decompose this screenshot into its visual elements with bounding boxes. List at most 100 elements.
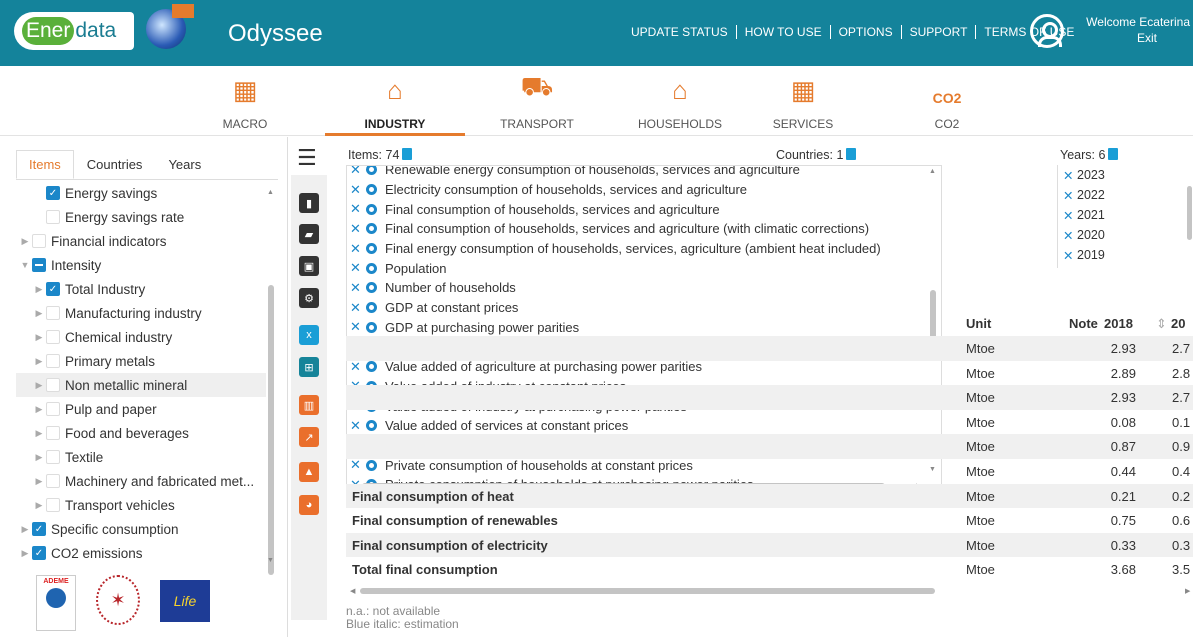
tree-item[interactable]: ▶ Pulp and paper <box>16 397 266 421</box>
remove-item-icon[interactable]: ✕ <box>350 260 366 276</box>
remove-item-icon[interactable]: ✕ <box>350 280 366 296</box>
remove-item-icon[interactable]: ✕ <box>350 300 366 316</box>
table-hscroll-thumb[interactable] <box>360 588 935 594</box>
eye-icon[interactable] <box>366 223 377 235</box>
remove-year-icon[interactable]: ✕ <box>1063 208 1077 223</box>
tree-item[interactable]: ▶ Manufacturing industry <box>16 301 266 325</box>
caret-right-icon[interactable]: ▶ <box>18 548 32 559</box>
tree-scrollbar[interactable]: ▲ ▼ <box>267 189 275 575</box>
enerdata-logo[interactable]: Ener data <box>14 12 134 50</box>
tree-checkbox[interactable]: ✓ <box>32 522 46 536</box>
line-chart-icon[interactable]: ↗ <box>299 427 319 447</box>
caret-right-icon[interactable]: ▶ <box>32 404 46 415</box>
tree-checkbox[interactable] <box>32 234 46 248</box>
sector-transport[interactable]: ⛟ TRANSPORT <box>497 66 577 136</box>
tree-item[interactable]: ▶ Financial indicators <box>16 229 266 253</box>
table-view-icon[interactable]: ⊞ <box>299 357 319 377</box>
remove-year-icon[interactable]: ✕ <box>1063 188 1077 203</box>
tree-checkbox[interactable]: ✓ <box>46 186 60 200</box>
tree-checkbox[interactable] <box>46 354 60 368</box>
tree-checkbox[interactable] <box>46 306 60 320</box>
tree-checkbox[interactable] <box>46 450 60 464</box>
sector-macro[interactable]: ▦ MACRO <box>220 66 270 136</box>
remove-item-icon[interactable]: ✕ <box>350 319 366 335</box>
user-icon[interactable] <box>1030 14 1064 48</box>
scroll-left-icon[interactable]: ◀ <box>350 587 355 595</box>
caret-right-icon[interactable]: ▶ <box>32 332 46 343</box>
tree-checkbox[interactable] <box>46 498 60 512</box>
tree-item[interactable]: ▶ Textile <box>16 445 266 469</box>
clear-items-icon[interactable] <box>402 148 413 160</box>
caret-right-icon[interactable]: ▶ <box>32 452 46 463</box>
save-icon[interactable]: ▣ <box>299 256 319 276</box>
exit-link[interactable]: Exit <box>1072 30 1190 46</box>
remove-item-icon[interactable]: ✕ <box>350 201 366 217</box>
nav-link-support[interactable]: SUPPORT <box>902 25 977 39</box>
sort-icon[interactable]: ⇕ <box>1156 316 1167 332</box>
eye-icon[interactable] <box>366 203 377 215</box>
sector-services[interactable]: ▦ SERVICES <box>768 66 838 136</box>
sector-industry[interactable]: ⌂ INDUSTRY <box>325 66 465 136</box>
tree-checkbox[interactable]: ✓ <box>46 282 60 296</box>
scroll-up-icon[interactable]: ▲ <box>929 168 936 175</box>
tree-item[interactable]: ✓ Energy savings <box>16 181 266 205</box>
scroll-up-icon[interactable]: ▲ <box>267 189 274 196</box>
tree-item[interactable]: ▶ Chemical industry <box>16 325 266 349</box>
remove-item-icon[interactable]: ✕ <box>350 166 366 178</box>
caret-right-icon[interactable]: ▶ <box>18 524 32 535</box>
eye-icon[interactable] <box>366 166 377 176</box>
tree-checkbox[interactable] <box>32 258 46 272</box>
area-chart-icon[interactable]: ▲ <box>299 462 319 482</box>
years-scroll-thumb[interactable] <box>1187 186 1192 240</box>
tree-checkbox[interactable]: ✓ <box>32 546 46 560</box>
remove-item-icon[interactable]: ✕ <box>350 221 366 237</box>
year-next-header[interactable]: 20 <box>1171 316 1185 331</box>
remove-year-icon[interactable]: ✕ <box>1063 248 1077 263</box>
tree-item[interactable]: ▼ Intensity <box>16 253 266 277</box>
nav-link-how-to-use[interactable]: HOW TO USE <box>737 25 831 39</box>
table-horizontal-scrollbar[interactable]: ◀ ▶ <box>350 587 1193 595</box>
sector-households[interactable]: ⌂ HOUSEHOLDS <box>625 66 735 136</box>
tree-item[interactable]: ▶ Food and beverages <box>16 421 266 445</box>
tree-checkbox[interactable] <box>46 426 60 440</box>
eye-icon[interactable] <box>366 243 377 255</box>
open-folder-icon[interactable]: ▰ <box>299 224 319 244</box>
caret-down-icon[interactable]: ▼ <box>18 260 32 270</box>
caret-right-icon[interactable]: ▶ <box>32 356 46 367</box>
tab-years[interactable]: Years <box>155 150 214 179</box>
eye-icon[interactable] <box>366 321 377 333</box>
eye-icon[interactable] <box>366 184 377 196</box>
bar-chart-icon[interactable]: ▥ <box>299 395 319 415</box>
nav-link-options[interactable]: OPTIONS <box>831 25 902 39</box>
tree-item[interactable]: Energy savings rate <box>16 205 266 229</box>
tree-checkbox[interactable] <box>46 378 60 392</box>
eye-icon[interactable] <box>366 262 377 274</box>
nav-link-update-status[interactable]: UPDATE STATUS <box>623 25 737 39</box>
remove-year-icon[interactable]: ✕ <box>1063 168 1077 183</box>
remove-item-icon[interactable]: ✕ <box>350 182 366 198</box>
remove-year-icon[interactable]: ✕ <box>1063 228 1077 243</box>
clear-years-icon[interactable] <box>1108 148 1119 160</box>
caret-right-icon[interactable]: ▶ <box>32 284 46 295</box>
caret-right-icon[interactable]: ▶ <box>32 476 46 487</box>
scroll-right-icon[interactable]: ▶ <box>1185 587 1190 595</box>
caret-right-icon[interactable]: ▶ <box>18 236 32 247</box>
eye-icon[interactable] <box>366 302 377 314</box>
menu-icon[interactable]: ☰ <box>297 145 317 171</box>
year-2018-header[interactable]: 2018 <box>1104 316 1133 331</box>
settings-icon[interactable]: ⚙ <box>299 288 319 308</box>
tree-item[interactable]: ▶ Transport vehicles <box>16 493 266 517</box>
tree-scroll-thumb[interactable] <box>268 285 274 575</box>
caret-right-icon[interactable]: ▶ <box>32 380 46 391</box>
sector-co2[interactable]: CO2 CO2 <box>917 66 977 136</box>
excel-export-icon[interactable]: x <box>299 325 319 345</box>
tree-item[interactable]: ▶ ✓ Total Industry <box>16 277 266 301</box>
caret-right-icon[interactable]: ▶ <box>32 500 46 511</box>
tree-item[interactable]: ▶ Non metallic mineral <box>16 373 266 397</box>
tree-item[interactable]: ▶ ✓ Specific consumption <box>16 517 266 541</box>
tab-items[interactable]: Items <box>16 150 74 179</box>
remove-item-icon[interactable]: ✕ <box>350 241 366 257</box>
pie-chart-icon[interactable]: ◕ <box>299 495 319 515</box>
caret-right-icon[interactable]: ▶ <box>32 428 46 439</box>
tab-countries[interactable]: Countries <box>74 150 156 179</box>
